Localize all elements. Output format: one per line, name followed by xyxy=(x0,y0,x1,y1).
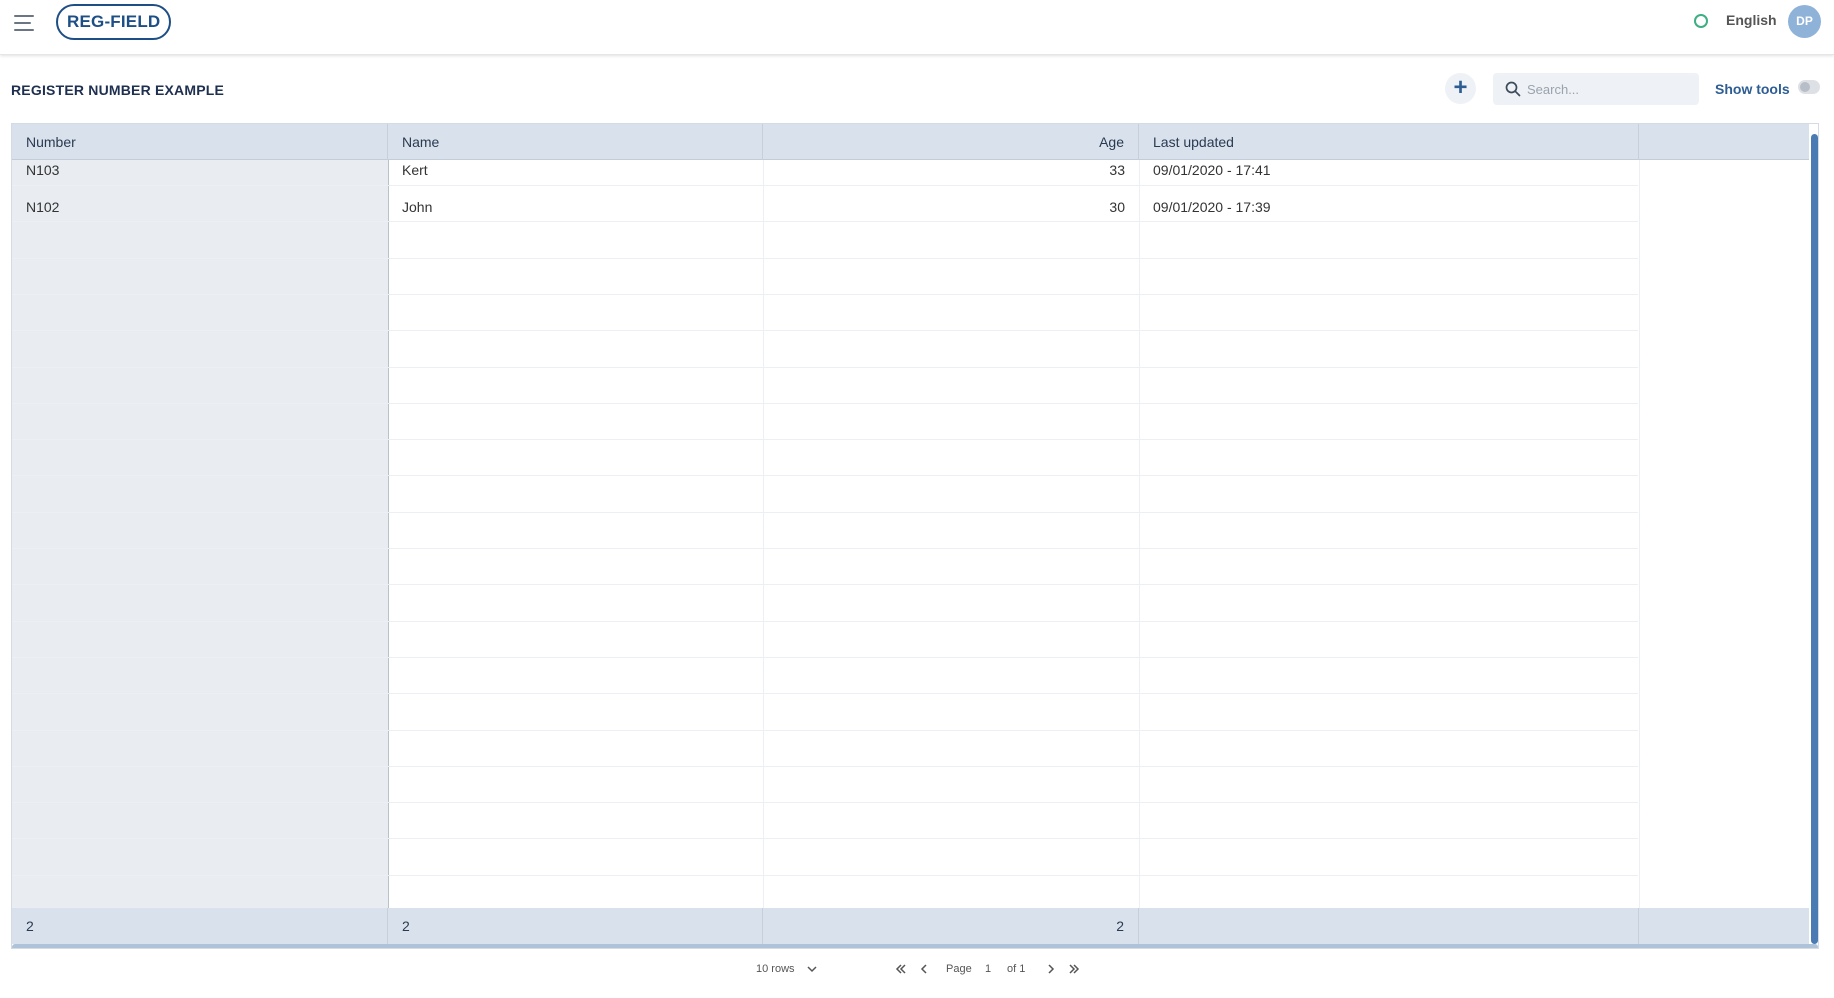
search-box xyxy=(1493,73,1699,105)
column-divider xyxy=(1639,160,1640,908)
row-separator xyxy=(12,439,1638,441)
current-page-input[interactable]: 1 xyxy=(985,963,991,975)
cell-name[interactable]: Kert xyxy=(388,161,763,179)
column-header-last-updated[interactable]: Last updated xyxy=(1139,124,1639,160)
column-header-age[interactable]: Age xyxy=(763,124,1139,160)
chevron-down-icon[interactable] xyxy=(805,962,819,976)
search-icon xyxy=(1505,81,1521,97)
column-header-number[interactable]: Number xyxy=(12,124,388,160)
column-header-filler xyxy=(1639,124,1809,160)
footer-count-name: 2 xyxy=(388,908,763,944)
row-separator xyxy=(12,838,1638,840)
language-selector[interactable]: English xyxy=(1726,12,1777,28)
row-separator xyxy=(12,802,1638,804)
row-separator xyxy=(12,656,1638,658)
pinned-column-divider xyxy=(388,160,389,908)
next-page-icon[interactable] xyxy=(1044,962,1058,976)
footer-count-age: 2 xyxy=(763,908,1139,944)
app-logo[interactable]: REG-FIELD xyxy=(56,4,172,40)
grid-header: Number Name Age Last updated xyxy=(12,124,1809,160)
row-separator xyxy=(12,293,1638,295)
row-separator xyxy=(12,584,1638,586)
footer-filler xyxy=(1639,908,1809,944)
horizontal-scrollbar[interactable] xyxy=(12,944,1818,948)
vertical-scrollbar[interactable] xyxy=(1811,134,1818,944)
rows-per-page-select[interactable]: 10 rows xyxy=(756,963,795,975)
data-grid: Number Name Age Last updated N103 Kert 3… xyxy=(11,123,1819,949)
row-separator xyxy=(12,475,1638,477)
row-separator xyxy=(12,765,1638,767)
row-separator xyxy=(12,548,1638,549)
cell-number[interactable]: N103 xyxy=(12,161,388,179)
cell-number[interactable]: N102 xyxy=(12,198,388,216)
pinned-column-bg xyxy=(12,160,388,908)
row-separator xyxy=(12,185,1638,186)
show-tools-label: Show tools xyxy=(1715,81,1790,97)
last-page-icon[interactable] xyxy=(1067,962,1081,976)
row-separator xyxy=(12,402,1638,404)
row-separator xyxy=(12,729,1638,731)
row-separator xyxy=(12,330,1638,332)
footer-count-last-updated xyxy=(1139,908,1639,944)
footer-count-number: 2 xyxy=(12,908,388,944)
column-divider xyxy=(763,160,764,908)
previous-page-icon[interactable] xyxy=(917,962,931,976)
top-bar: REG-FIELD English DP xyxy=(0,0,1834,55)
connection-status-icon xyxy=(1694,14,1708,28)
cell-name[interactable]: John xyxy=(388,198,763,216)
row-separator xyxy=(12,511,1638,513)
row-separator xyxy=(12,693,1638,695)
grid-footer: 2 2 2 xyxy=(12,908,1809,944)
cell-age[interactable]: 30 xyxy=(763,198,1139,216)
cell-last-updated[interactable]: 09/01/2020 - 17:39 xyxy=(1139,198,1639,216)
column-header-name[interactable]: Name xyxy=(388,124,763,160)
menu-icon[interactable] xyxy=(14,13,36,31)
row-separator xyxy=(12,874,1638,876)
user-avatar[interactable]: DP xyxy=(1788,5,1821,38)
cell-last-updated[interactable]: 09/01/2020 - 17:41 xyxy=(1139,161,1639,179)
search-input[interactable] xyxy=(1527,73,1693,105)
row-separator xyxy=(12,620,1638,622)
page-title: REGISTER NUMBER EXAMPLE xyxy=(11,82,225,98)
add-record-button[interactable]: + xyxy=(1445,73,1476,104)
row-separator xyxy=(12,221,1638,223)
show-tools-toggle[interactable] xyxy=(1798,80,1820,94)
grid-body: N103 Kert 33 09/01/2020 - 17:41 N102 Joh… xyxy=(12,160,1809,908)
total-pages-label: of 1 xyxy=(1007,963,1026,975)
cell-age[interactable]: 33 xyxy=(763,161,1139,179)
page-label: Page xyxy=(946,963,972,975)
row-separator xyxy=(12,366,1638,368)
column-divider xyxy=(1139,160,1140,908)
row-separator xyxy=(12,257,1638,259)
first-page-icon[interactable] xyxy=(894,962,908,976)
